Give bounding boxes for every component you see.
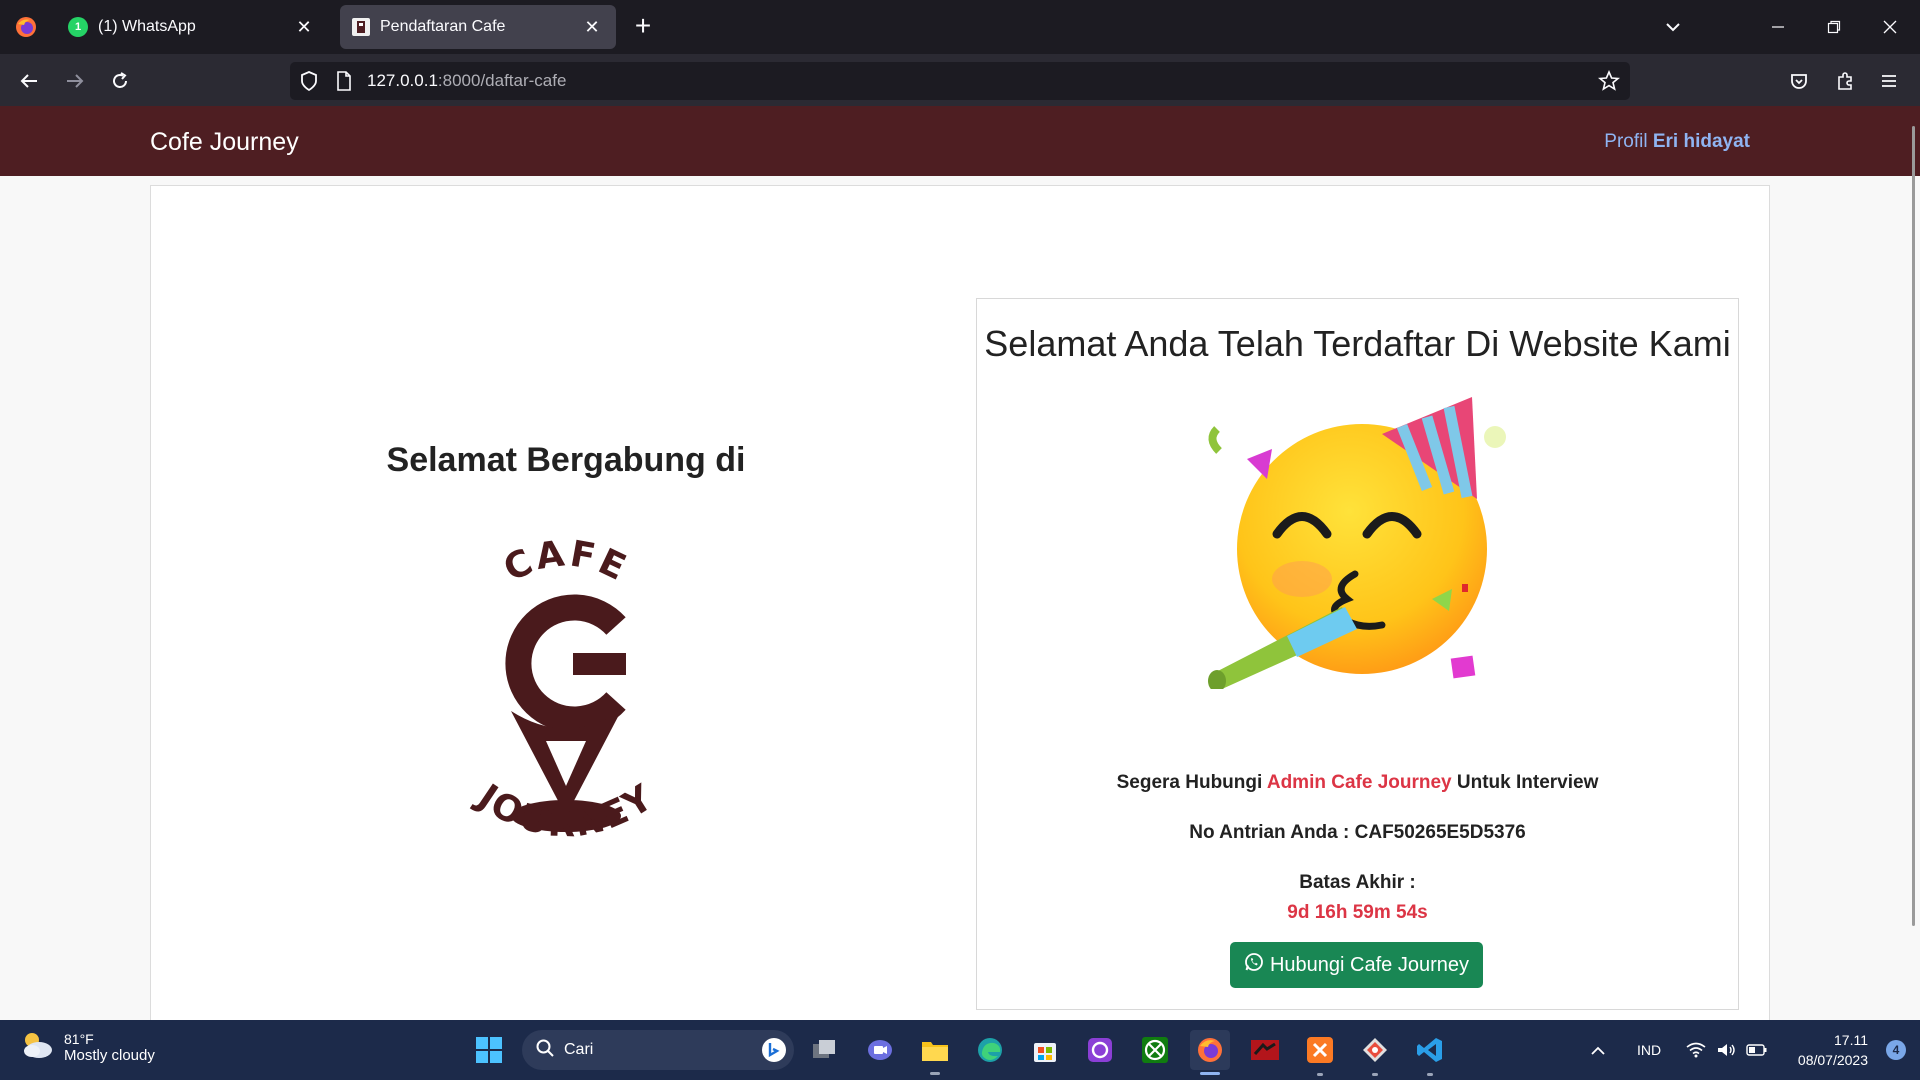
browser-navigation-bar: 127.0.0.1:8000/daftar-cafe: [0, 54, 1920, 106]
running-indicator: [930, 1072, 940, 1075]
cafe-journey-logo: CAFE JOURNEY: [451, 496, 681, 866]
whatsapp-icon: [1244, 952, 1264, 978]
search-placeholder: Cari: [564, 1041, 594, 1058]
contact-whatsapp-button[interactable]: Hubungi Cafe Journey: [1230, 942, 1483, 988]
tracking-shield-icon[interactable]: [298, 70, 320, 97]
page-info-icon[interactable]: [334, 70, 354, 97]
profile-name: Eri hidayat: [1652, 131, 1750, 152]
hamburger-menu-icon[interactable]: [1872, 64, 1906, 98]
tab-whatsapp[interactable]: 1 (1) WhatsApp ✕: [56, 5, 328, 49]
back-arrow-icon[interactable]: [12, 64, 46, 98]
close-window-icon[interactable]: [1870, 10, 1910, 44]
show-hidden-icons-icon[interactable]: [1590, 1020, 1606, 1080]
minimize-icon[interactable]: [1758, 10, 1798, 44]
url-path: :8000/daftar-cafe: [437, 71, 567, 90]
address-bar[interactable]: 127.0.0.1:8000/daftar-cafe: [290, 62, 1630, 100]
tab-title: Pendaftaran Cafe: [380, 18, 506, 35]
success-panel: Selamat Anda Telah Terdaftar Di Website …: [976, 298, 1739, 1010]
url-text[interactable]: 127.0.0.1:8000/daftar-cafe: [367, 71, 566, 91]
whatsapp-favicon-icon: 1: [68, 17, 88, 37]
contact-suffix: Untuk Interview: [1456, 772, 1599, 793]
weather-temperature: 81°F: [64, 1031, 94, 1047]
taskbar-search-box[interactable]: Cari: [522, 1030, 794, 1070]
tab-title: (1) WhatsApp: [98, 18, 196, 35]
app-icon-purple[interactable]: [1080, 1030, 1120, 1070]
cloudy-weather-icon: [20, 1030, 54, 1065]
browser-tab-strip: 1 (1) WhatsApp ✕ Pendaftaran Cafe ✕ +: [0, 0, 1920, 54]
clock-date: 08/07/2023: [1797, 1052, 1868, 1068]
extensions-icon[interactable]: [1828, 64, 1862, 98]
active-app-indicator: [1200, 1072, 1220, 1075]
windows-start-icon[interactable]: [469, 1030, 509, 1070]
tab-pendaftaran-cafe[interactable]: Pendaftaran Cafe ✕: [340, 5, 616, 49]
battery-icon[interactable]: [1746, 1020, 1768, 1080]
microsoft-store-icon[interactable]: [1025, 1030, 1065, 1070]
edge-browser-icon[interactable]: [970, 1030, 1010, 1070]
registration-card: Selamat Bergabung di CAFE JOURNEY Selama…: [150, 185, 1770, 1035]
queue-number: CAF50265E5D5376: [1354, 822, 1526, 843]
logo-top-text: CAFE: [498, 533, 632, 590]
deadline-label: Batas Akhir :: [1299, 872, 1416, 893]
forward-arrow-icon[interactable]: [58, 64, 92, 98]
bookmark-star-icon[interactable]: [1597, 69, 1621, 97]
bing-icon[interactable]: [762, 1038, 786, 1062]
site-header: Cofe Journey Profil Eri hidayat: [0, 106, 1920, 176]
clock-time: 17.11: [1834, 1032, 1868, 1048]
tab-close-icon[interactable]: ✕: [580, 15, 604, 39]
windows-taskbar: 81°F Mostly cloudy Cari IND 17.11 08/07/…: [0, 1020, 1920, 1080]
contact-prefix: Segera Hubungi: [1116, 772, 1263, 793]
volume-icon[interactable]: [1716, 1020, 1736, 1080]
notification-badge[interactable]: 4: [1886, 1040, 1906, 1060]
running-indicator: [1372, 1073, 1378, 1076]
queue-label: No Antrian Anda :: [1189, 822, 1350, 843]
task-view-icon[interactable]: [805, 1030, 845, 1070]
search-icon: [536, 1039, 554, 1062]
input-language[interactable]: IND: [1637, 1020, 1661, 1080]
success-title: Selamat Anda Telah Terdaftar Di Website …: [984, 323, 1731, 364]
firefox-taskbar-icon[interactable]: [1190, 1030, 1230, 1070]
admin-cafe-journey-link[interactable]: Admin Cafe Journey: [1267, 772, 1452, 793]
xampp-icon[interactable]: [1300, 1030, 1340, 1070]
wifi-icon[interactable]: [1686, 1020, 1706, 1080]
reload-icon[interactable]: [103, 64, 137, 98]
running-indicator: [1427, 1073, 1433, 1076]
queue-number-line: No Antrian Anda : CAF50265E5D5376: [977, 822, 1738, 844]
weather-widget[interactable]: 81°F Mostly cloudy: [20, 1030, 155, 1065]
xbox-icon[interactable]: [1135, 1030, 1175, 1070]
new-tab-icon[interactable]: +: [628, 12, 658, 42]
party-face-icon: [1187, 389, 1527, 692]
firefox-menu-icon[interactable]: [0, 0, 52, 54]
welcome-title: Selamat Bergabung di: [386, 441, 746, 479]
file-explorer-icon[interactable]: [915, 1030, 955, 1070]
weather-description: Mostly cloudy: [64, 1047, 155, 1064]
pocket-icon[interactable]: [1782, 64, 1816, 98]
countdown-timer: 9d 16h 59m 54s: [1287, 902, 1428, 923]
profile-link[interactable]: Profil Eri hidayat: [1604, 131, 1750, 153]
vscode-icon[interactable]: [1410, 1030, 1450, 1070]
list-all-tabs-icon[interactable]: [1658, 14, 1688, 42]
page-scrollbar[interactable]: [1912, 126, 1915, 926]
contact-button-label: Hubungi Cafe Journey: [1269, 953, 1469, 976]
page-favicon-icon: [352, 18, 370, 36]
url-host: 127.0.0.1: [367, 71, 438, 90]
contact-instruction: Segera Hubungi Admin Cafe Journey Untuk …: [977, 772, 1738, 794]
restore-icon[interactable]: [1814, 10, 1854, 44]
system-clock[interactable]: 17.11 08/07/2023: [1798, 1030, 1868, 1070]
profile-label: Profil: [1604, 131, 1648, 152]
git-tool-icon[interactable]: [1355, 1030, 1395, 1070]
running-indicator: [1317, 1073, 1323, 1076]
brand-link[interactable]: Cofe Journey: [150, 128, 299, 157]
app-icon-red[interactable]: [1245, 1030, 1285, 1070]
tab-close-icon[interactable]: ✕: [292, 15, 316, 39]
svg-text:CAFE: CAFE: [498, 533, 635, 590]
teams-chat-icon[interactable]: [860, 1030, 900, 1070]
